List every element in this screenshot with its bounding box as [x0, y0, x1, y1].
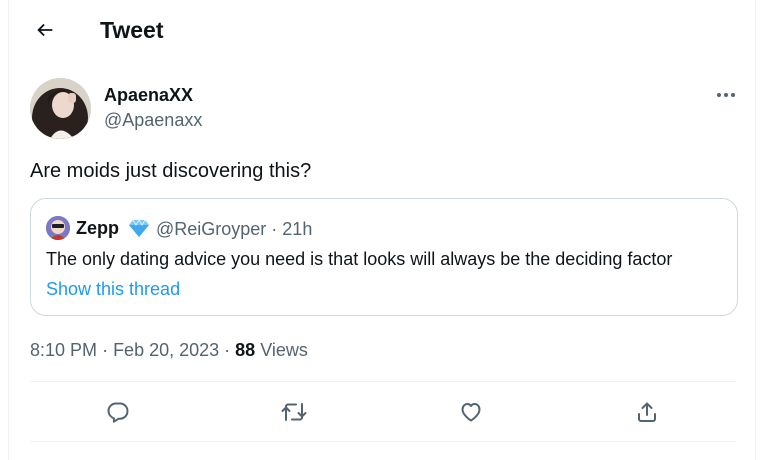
divider: [30, 441, 736, 442]
tweet-text: Are moids just discovering this?: [30, 160, 312, 182]
quote-handle-time: @ReiGroyper · 21h: [156, 219, 313, 239]
share-button[interactable]: [629, 394, 665, 430]
back-arrow-icon: [34, 19, 56, 41]
header: Tweet: [9, 0, 755, 60]
tweet-time[interactable]: 8:10 PM: [30, 340, 97, 360]
meta-separator: ·: [102, 340, 114, 360]
views-count: 88: [235, 340, 256, 360]
reply-button[interactable]: [100, 394, 136, 430]
like-button[interactable]: [453, 394, 489, 430]
author-avatar[interactable]: [30, 78, 91, 139]
quote-author-avatar: [46, 216, 70, 240]
retweet-icon: [281, 400, 307, 424]
tweet-detail-panel: Tweet ApaenaXX @Apaenaxx Are moids just …: [8, 0, 756, 460]
reply-icon: [106, 400, 130, 424]
back-button[interactable]: [27, 12, 63, 48]
share-icon: [635, 400, 659, 424]
tweet-meta: 8:10 PM · Feb 20, 2023 · 88 Views: [30, 338, 308, 362]
quote-author-name: Zepp: [76, 218, 119, 238]
more-icon: [716, 92, 736, 98]
author-name[interactable]: ApaenaXX: [104, 84, 193, 106]
tweet-date[interactable]: Feb 20, 2023: [113, 340, 219, 360]
quoted-tweet[interactable]: Zepp @ReiGroyper · 21h The only dating a…: [30, 198, 738, 316]
action-bar: [9, 382, 755, 441]
views-label: Views: [260, 340, 308, 360]
like-icon: [459, 400, 483, 424]
more-options-button[interactable]: [709, 82, 743, 108]
quote-text: The only dating advice you need is that …: [46, 249, 673, 269]
author-handle[interactable]: @Apaenaxx: [104, 109, 202, 131]
meta-separator: ·: [224, 340, 236, 360]
show-thread-link[interactable]: Show this thread: [46, 277, 180, 301]
retweet-button[interactable]: [276, 394, 312, 430]
verified-gem-icon: [128, 218, 150, 238]
page-title: Tweet: [100, 17, 164, 43]
